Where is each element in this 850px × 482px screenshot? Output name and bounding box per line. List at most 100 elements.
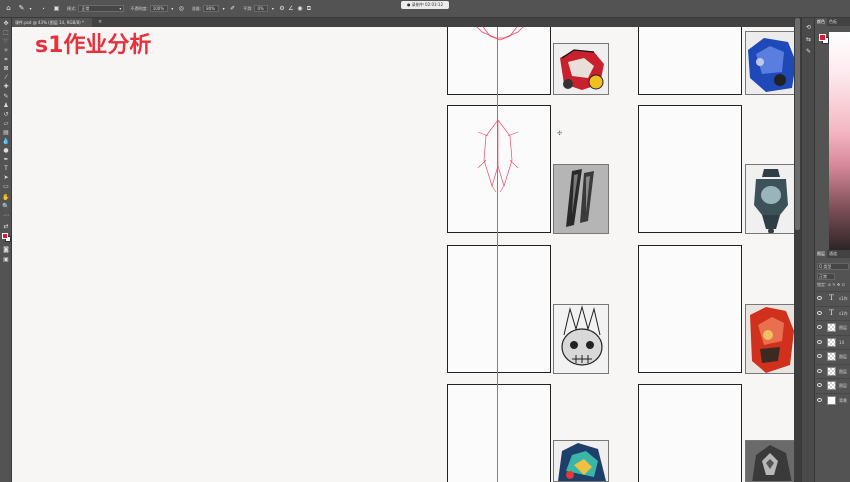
mode-label: 模式: bbox=[67, 5, 77, 11]
layer-row[interactable]: 图层 bbox=[815, 363, 850, 378]
gear-icon[interactable]: ⚙ bbox=[277, 4, 286, 13]
tools-panel: ✥ ⬚ ➰ ✧ ⌗ ⊠ ⁄ ✚ ✎ ♟ ↺ ▱ ▤ 💧 ● ✒ T ➤ ▭ ✋ … bbox=[0, 18, 12, 482]
close-icon[interactable]: × bbox=[98, 18, 102, 27]
layer-row[interactable]: 背景 bbox=[815, 392, 850, 407]
foreground-color-swatch[interactable] bbox=[819, 34, 826, 41]
tab-swatches[interactable]: 色板 bbox=[827, 18, 839, 26]
canvas-vertical-scrollbar[interactable] bbox=[794, 18, 801, 482]
gradient-tool-icon[interactable]: ▤ bbox=[2, 129, 10, 137]
tab-layers[interactable]: 图层 bbox=[815, 250, 827, 258]
tab-color[interactable]: 颜色 bbox=[815, 18, 827, 26]
brush-icon: ✎ bbox=[18, 4, 25, 12]
layer-row[interactable]: 14 bbox=[815, 334, 850, 349]
brush-preset-picker[interactable]: ✎ ▾ bbox=[17, 3, 35, 15]
flow-input[interactable]: 80% bbox=[203, 5, 220, 12]
foreground-color-swatch[interactable] bbox=[2, 233, 8, 239]
smoothing-input[interactable]: 0% bbox=[254, 5, 269, 12]
crop-tool-icon[interactable]: ⌗ bbox=[2, 56, 10, 64]
pressure-icon[interactable]: ◎ bbox=[177, 4, 186, 13]
history-panel-icon[interactable]: ⟲ bbox=[805, 24, 812, 31]
crosshair-cursor-icon: ✣ bbox=[557, 130, 563, 137]
eyedropper-tool-icon[interactable]: ⁄ bbox=[2, 74, 10, 82]
lasso-tool-icon[interactable]: ➰ bbox=[2, 38, 10, 46]
stamp-tool-icon[interactable]: ♟ bbox=[2, 102, 10, 110]
dodge-tool-icon[interactable]: ● bbox=[2, 147, 10, 155]
angle-icon[interactable]: ∠ bbox=[286, 4, 295, 13]
text-layer-icon: T bbox=[829, 294, 834, 302]
pressure-size-icon[interactable]: ◉ bbox=[295, 4, 304, 13]
adjustments-panel-icon[interactable]: ⇆ bbox=[805, 36, 812, 43]
reference-image-skull-sketch[interactable] bbox=[553, 304, 609, 374]
eye-icon[interactable] bbox=[817, 397, 822, 402]
brush-panel-icon: ▣ bbox=[53, 5, 60, 12]
chevron-down-icon[interactable]: ▾ bbox=[219, 4, 228, 13]
pen-tool-icon[interactable]: ✒ bbox=[2, 156, 10, 164]
move-tool-icon[interactable]: ✥ bbox=[2, 20, 10, 28]
screen-mode-icon[interactable]: ▣ bbox=[2, 256, 10, 264]
scrollbar-thumb[interactable] bbox=[795, 18, 800, 230]
reference-image-gray-blades[interactable] bbox=[553, 164, 609, 234]
reference-image-gray-statue[interactable] bbox=[745, 440, 794, 482]
layer-thumbnail bbox=[827, 366, 836, 376]
tab-channels[interactable]: 通道 bbox=[827, 250, 839, 258]
layout-frame bbox=[638, 105, 742, 233]
opacity-input[interactable]: 100% bbox=[149, 5, 168, 12]
reference-image-dark-lantern[interactable] bbox=[745, 164, 794, 234]
chevron-down-icon: ▾ bbox=[119, 6, 122, 11]
layer-row[interactable]: Ts1作 bbox=[815, 305, 850, 320]
reference-image-blue-armor[interactable] bbox=[745, 31, 794, 95]
brush-settings-panel-icon[interactable]: ✎ bbox=[805, 48, 812, 55]
quick-mask-icon[interactable]: ◙ bbox=[2, 246, 10, 254]
symmetry-icon[interactable]: ⧉ bbox=[304, 4, 313, 13]
brush-size[interactable]: • bbox=[39, 3, 48, 15]
vertical-guide-line[interactable] bbox=[497, 27, 498, 482]
reference-image-colorful-creature[interactable] bbox=[553, 440, 609, 482]
mode-select[interactable]: 正常 ▾ bbox=[78, 5, 125, 12]
healing-brush-tool-icon[interactable]: ✚ bbox=[2, 83, 10, 91]
quick-select-tool-icon[interactable]: ✧ bbox=[2, 47, 10, 55]
layer-row[interactable]: 图层 bbox=[815, 320, 850, 334]
history-brush-tool-icon[interactable]: ↺ bbox=[2, 111, 10, 119]
blur-tool-icon[interactable]: 💧 bbox=[2, 138, 10, 146]
eye-icon[interactable] bbox=[817, 354, 822, 358]
airbrush-icon[interactable]: ✐ bbox=[228, 4, 237, 13]
type-tool-icon[interactable]: T bbox=[2, 165, 10, 173]
eye-icon[interactable] bbox=[817, 310, 822, 315]
eye-icon[interactable] bbox=[817, 339, 822, 344]
recording-badge[interactable]: ● 录制中 02:03:12 bbox=[401, 1, 449, 9]
brush-settings-toggle[interactable]: ▣ bbox=[52, 3, 61, 15]
reference-image-red-gold-armor[interactable] bbox=[745, 304, 794, 374]
layer-row[interactable]: Ts1作 bbox=[815, 291, 850, 305]
document-tab[interactable]: 课件.psd @ 43% (图层 14, RGB/8) * bbox=[12, 18, 92, 27]
chevron-down-icon[interactable]: ▾ bbox=[168, 4, 177, 13]
eye-icon[interactable] bbox=[817, 296, 822, 300]
shape-tool-icon[interactable]: ▭ bbox=[2, 183, 10, 191]
layer-filter-select[interactable]: Q 类型 bbox=[817, 263, 849, 270]
layer-name: 图层 bbox=[839, 354, 847, 359]
brush-tool-icon[interactable]: ✎ bbox=[2, 93, 10, 101]
zoom-tool-icon[interactable]: 🔍 bbox=[2, 203, 10, 211]
swap-colors-icon[interactable]: ⇄ bbox=[2, 223, 10, 231]
more-tools-icon[interactable]: ⋯ bbox=[2, 212, 10, 220]
layer-row[interactable]: 图层 bbox=[815, 378, 850, 392]
hand-tool-icon[interactable]: ✋ bbox=[2, 194, 10, 202]
eraser-tool-icon[interactable]: ▱ bbox=[2, 120, 10, 128]
reference-image-red-mech[interactable] bbox=[553, 43, 609, 95]
chevron-down-icon[interactable]: ▾ bbox=[268, 4, 277, 13]
path-select-tool-icon[interactable]: ➤ bbox=[2, 174, 10, 182]
layer-thumbnail bbox=[827, 395, 836, 405]
layer-name: s1作 bbox=[839, 296, 848, 301]
frame-tool-icon[interactable]: ⊠ bbox=[2, 65, 10, 73]
layer-blend-mode-select[interactable]: 正常 bbox=[817, 273, 835, 280]
layer-row[interactable]: 图层 bbox=[815, 349, 850, 363]
eye-icon[interactable] bbox=[817, 383, 822, 387]
layer-name: 图层 bbox=[839, 383, 847, 388]
home-button[interactable]: ⌂ bbox=[4, 3, 13, 15]
document-canvas[interactable]: s1作业分析 ✣ bbox=[12, 27, 794, 482]
layer-name: 图层 bbox=[839, 325, 847, 330]
color-picker-field[interactable] bbox=[829, 32, 850, 252]
eye-icon[interactable] bbox=[817, 368, 822, 373]
eye-icon[interactable] bbox=[817, 325, 822, 329]
marquee-tool-icon[interactable]: ⬚ bbox=[2, 29, 10, 37]
layer-lock-controls[interactable]: 锁定: ⊘ ✎ ✥ ⊡ bbox=[817, 282, 845, 288]
